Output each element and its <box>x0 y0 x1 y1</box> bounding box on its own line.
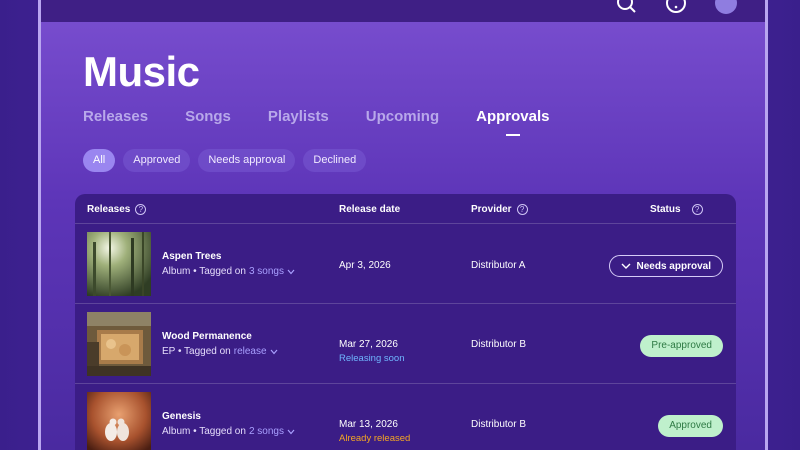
tab-approvals[interactable]: Approvals <box>476 108 549 125</box>
page-title: Music <box>83 48 200 95</box>
tagged-songs-link[interactable]: 3 songs <box>249 266 295 277</box>
chevron-down-icon <box>270 349 278 354</box>
top-bar <box>41 0 765 22</box>
tab-songs[interactable]: Songs <box>185 108 231 125</box>
help-icon[interactable] <box>665 0 687 14</box>
header-releases: Releases ? <box>87 204 147 215</box>
approvals-table: Releases ? Release date Provider ? Statu… <box>75 194 736 450</box>
provider: Distributor A <box>471 260 526 271</box>
tab-bar: Releases Songs Playlists Upcoming Approv… <box>83 108 586 125</box>
tagged-release-label: release <box>233 346 267 357</box>
table-row[interactable]: Genesis Album • Tagged on 2 songs Mar 13… <box>75 384 736 450</box>
tab-playlists[interactable]: Playlists <box>268 108 329 125</box>
filter-chips: All Approved Needs approval Declined <box>83 149 367 172</box>
filter-all[interactable]: All <box>83 149 116 172</box>
header-provider: Provider ? <box>471 204 528 215</box>
chevron-down-icon <box>287 429 295 434</box>
release-meta: Album • Tagged on 3 songs <box>162 266 295 277</box>
header-status-label: Status <box>650 204 681 215</box>
help-icon[interactable]: ? <box>516 204 528 215</box>
table-row[interactable]: Wood Permanence EP • Tagged on release M… <box>75 304 736 384</box>
help-icon[interactable]: ? <box>691 204 703 215</box>
release-note: Releasing soon <box>339 353 405 364</box>
chevron-down-icon <box>287 269 295 274</box>
tagged-songs-link[interactable]: 2 songs <box>249 426 295 437</box>
filter-approved[interactable]: Approved <box>123 149 191 172</box>
avatar[interactable] <box>715 0 737 14</box>
release-type: EP • Tagged on <box>162 346 231 357</box>
provider: Distributor B <box>471 339 527 350</box>
genesis-artwork <box>87 392 151 450</box>
release-type: Album • Tagged on <box>162 426 246 437</box>
tab-releases[interactable]: Releases <box>83 108 148 125</box>
aspen-trees-artwork <box>87 232 151 296</box>
release-date: Mar 13, 2026 <box>339 419 398 430</box>
tagged-songs-label: 3 songs <box>248 266 284 277</box>
provider: Distributor B <box>471 419 527 430</box>
status-label: Needs approval <box>636 260 711 272</box>
needs-approval-button[interactable]: Needs approval <box>608 255 723 277</box>
top-bar-actions <box>615 0 737 14</box>
status-badge: Approved <box>658 415 723 437</box>
release-meta: Album • Tagged on 2 songs <box>162 426 295 437</box>
header-status: Status ? <box>650 204 703 215</box>
header-releases-label: Releases <box>87 204 131 215</box>
filter-declined[interactable]: Declined <box>303 149 367 172</box>
tagged-release-link[interactable]: release <box>234 346 278 357</box>
release-title[interactable]: Aspen Trees <box>162 251 221 262</box>
app-window: Music Releases Songs Playlists Upcoming … <box>38 0 768 450</box>
wood-permanence-artwork <box>87 312 151 376</box>
help-icon[interactable]: ? <box>135 204 147 215</box>
header-release-date-label: Release date <box>339 204 401 215</box>
status-badge: Pre-approved <box>640 335 723 357</box>
header-provider-label: Provider <box>471 204 512 215</box>
release-artwork <box>87 392 151 450</box>
release-note: Already released <box>339 433 411 444</box>
table-row[interactable]: Aspen Trees Album • Tagged on 3 songs Ap… <box>75 224 736 304</box>
release-date: Mar 27, 2026 <box>339 339 398 350</box>
release-title[interactable]: Genesis <box>162 411 201 422</box>
release-artwork <box>87 312 151 376</box>
release-date: Apr 3, 2026 <box>339 260 391 271</box>
search-icon[interactable] <box>615 0 637 14</box>
header-release-date: Release date <box>339 204 400 215</box>
tab-upcoming[interactable]: Upcoming <box>366 108 439 125</box>
release-meta: EP • Tagged on release <box>162 346 278 357</box>
chevron-down-icon <box>621 263 631 269</box>
release-title[interactable]: Wood Permanence <box>162 331 252 342</box>
release-type: Album • Tagged on <box>162 266 246 277</box>
release-artwork <box>87 232 151 296</box>
filter-needs-approval[interactable]: Needs approval <box>198 149 296 172</box>
table-header: Releases ? Release date Provider ? Statu… <box>75 194 736 224</box>
tagged-songs-label: 2 songs <box>248 426 284 437</box>
